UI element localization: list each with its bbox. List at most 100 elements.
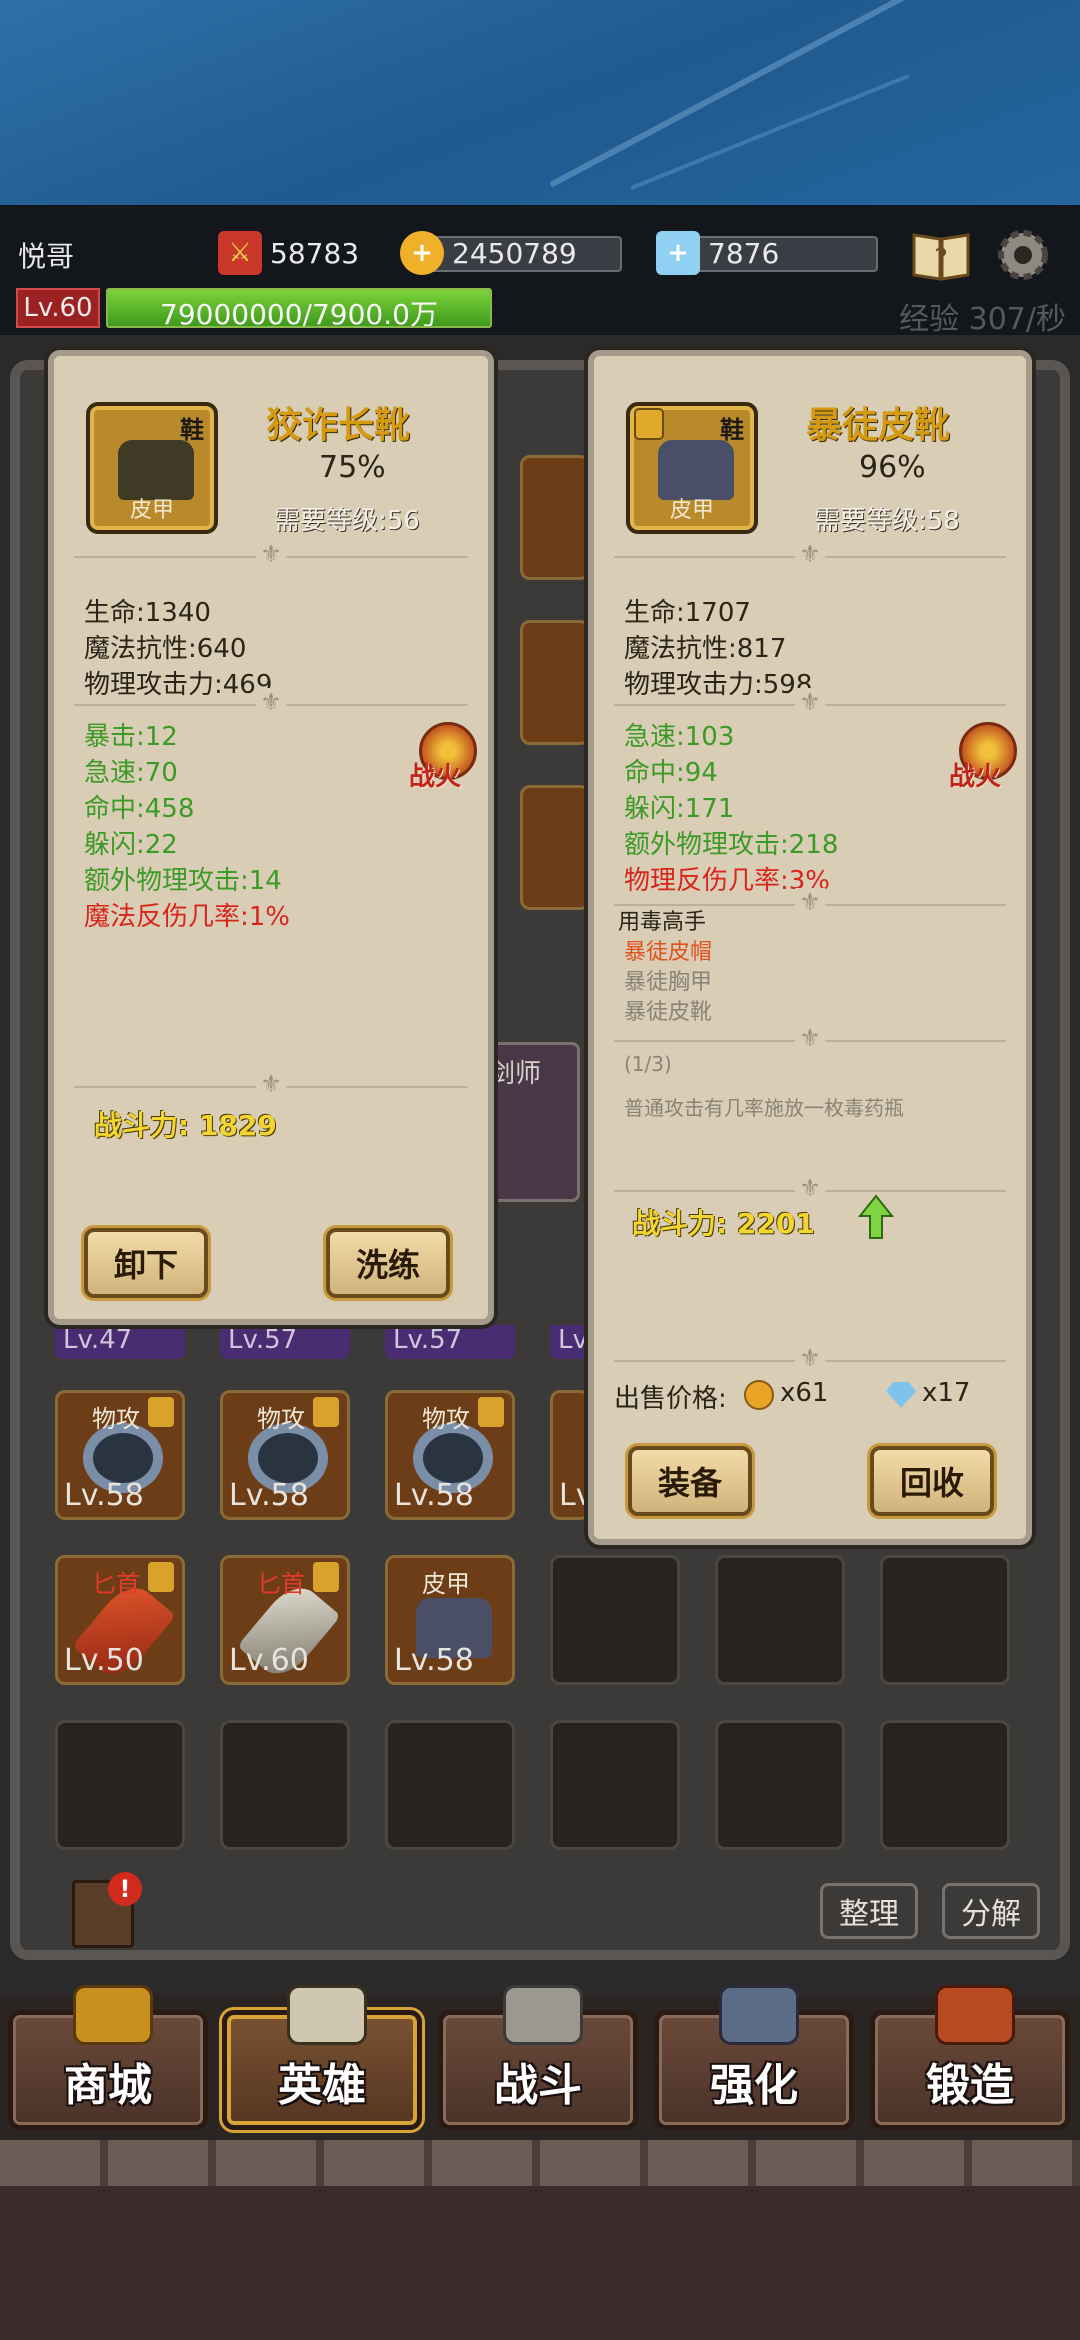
hammer-icon	[719, 1985, 799, 2045]
combat-power: 战斗力: 1829	[94, 1109, 277, 1142]
stone-floor	[0, 2140, 1080, 2186]
gold-resource[interactable]: + 2450789	[400, 231, 577, 275]
item-tag: 皮甲	[422, 1570, 470, 1598]
diamond-resource[interactable]: + 7876	[656, 231, 779, 275]
divider	[614, 1190, 1006, 1192]
inventory-item-ring[interactable]: 物攻 Lv.58	[385, 1390, 515, 1520]
stat-hit: 命中:458	[84, 794, 195, 824]
sell-gold-value: x61	[780, 1378, 829, 1408]
inventory-item-dagger[interactable]: 匕首 Lv.60	[220, 1555, 350, 1685]
alert-badge-icon: !	[108, 1872, 142, 1906]
empty-slot[interactable]	[550, 1720, 680, 1850]
item-title: 狡诈长靴	[266, 405, 411, 446]
sell-price-label: 出售价格:	[614, 1384, 727, 1414]
empty-slot[interactable]	[715, 1720, 845, 1850]
item-title: 暴徒皮靴	[806, 405, 951, 446]
treasure-chest-icon	[73, 1985, 153, 2045]
gold-plus-icon[interactable]: +	[400, 231, 444, 275]
level-badge: Lv.60	[16, 288, 100, 328]
item-tag: 匕首	[92, 1570, 140, 1598]
nav-shop[interactable]: 商城	[8, 1985, 208, 2130]
sort-button[interactable]: 整理	[820, 1883, 918, 1939]
stat-magic-reflect: 魔法反伤几率:1%	[84, 902, 291, 932]
nav-label: 强化	[710, 2060, 798, 2111]
stat-extra-physical: 额外物理攻击:14	[84, 866, 282, 896]
stat-magic-resist: 魔法抗性:640	[84, 634, 247, 664]
banner-streak	[549, 0, 1011, 188]
divider	[614, 704, 1006, 706]
stat-crit: 暴击:12	[84, 722, 178, 752]
power-resource: ⚔ 58783	[218, 231, 360, 275]
combat-power: 战斗力: 2201	[632, 1207, 815, 1240]
equipped-slot[interactable]	[520, 455, 590, 580]
refine-button[interactable]: 洗练	[326, 1228, 450, 1298]
stat-haste: 急速:70	[84, 758, 178, 788]
inventory-item-partial[interactable]: Lv	[550, 1390, 593, 1520]
set-piece: 暴徒皮靴	[624, 1000, 713, 1025]
anvil-icon	[935, 1985, 1015, 2045]
equipped-slot[interactable]	[520, 620, 590, 745]
upgrade-arrow-icon	[858, 1194, 894, 1239]
inventory-item-dagger[interactable]: 匕首 Lv.50	[55, 1555, 185, 1685]
recycle-button[interactable]: 回收	[870, 1446, 994, 1516]
exp-rate: 经验 307/秒	[899, 302, 1066, 337]
equipped-item-icon: 鞋 皮甲	[86, 402, 218, 534]
divider	[74, 704, 468, 706]
inventory-item-ring[interactable]: 物攻 Lv.58	[55, 1390, 185, 1520]
empty-slot[interactable]	[880, 1720, 1010, 1850]
empty-slot[interactable]	[385, 1720, 515, 1850]
sell-diamond-value: x17	[922, 1378, 971, 1408]
divider	[614, 1040, 1006, 1042]
diamond-plus-icon[interactable]: +	[656, 231, 700, 275]
required-level: 需要等级:56	[274, 506, 420, 536]
lock-icon	[478, 1397, 504, 1427]
level-tab: Lv.57	[385, 1325, 515, 1359]
shield-sword-icon: ⚔	[218, 231, 262, 275]
empty-slot[interactable]	[715, 1555, 845, 1685]
unlock-icon[interactable]	[634, 408, 664, 440]
required-level: 需要等级:58	[814, 506, 960, 536]
empty-slot[interactable]	[55, 1720, 185, 1850]
nav-label: 锻造	[926, 2060, 1014, 2111]
hero-tab[interactable]: 剑师	[480, 1042, 580, 1202]
empty-slot[interactable]	[550, 1555, 680, 1685]
power-value: 58783	[270, 236, 360, 270]
set-effect: 普通攻击有几率施放一枚毒药瓶	[624, 1096, 904, 1120]
svg-text:?: ?	[934, 244, 948, 274]
empty-slot[interactable]	[880, 1555, 1010, 1685]
inventory-item-ring[interactable]: 物攻 Lv.58	[220, 1390, 350, 1520]
stat-magic-resist: 魔法抗性:817	[624, 634, 787, 664]
stat-hp: 生命:1340	[84, 598, 211, 628]
decompose-button[interactable]: 分解	[942, 1883, 1040, 1939]
item-quality-percent: 96%	[859, 450, 926, 485]
stat-extra-physical: 额外物理攻击:218	[624, 830, 839, 860]
item-level: Lv.58	[394, 1643, 474, 1678]
level-tab: Lv.57	[220, 1325, 350, 1359]
help-book-icon[interactable]: ?	[910, 224, 972, 286]
diamond-icon	[886, 1382, 916, 1408]
divider	[74, 556, 468, 558]
nav-enhance[interactable]: 强化	[654, 1985, 854, 2130]
nav-hero[interactable]: 英雄	[222, 1985, 422, 2130]
level-tab: Lv.47	[55, 1325, 185, 1359]
lock-icon	[148, 1562, 174, 1592]
fire-badge-label: 战火	[949, 762, 1002, 792]
gold-value: 2450789	[452, 236, 577, 270]
stat-haste: 急速:103	[624, 722, 735, 752]
divider	[74, 1086, 468, 1088]
item-tag: 物攻	[422, 1405, 470, 1433]
stat-hit: 命中:94	[624, 758, 718, 788]
nav-battle[interactable]: 战斗	[438, 1985, 638, 2130]
nav-forge[interactable]: 锻造	[870, 1985, 1070, 2130]
equipped-slot[interactable]	[520, 785, 590, 910]
divider	[614, 556, 1006, 558]
boots-icon	[118, 440, 194, 500]
inventory-item-boots[interactable]: 皮甲 Lv.58	[385, 1555, 515, 1685]
equip-button[interactable]: 装备	[628, 1446, 752, 1516]
empty-slot[interactable]	[220, 1720, 350, 1850]
unequip-button[interactable]: 卸下	[84, 1228, 208, 1298]
gold-coin-icon	[744, 1380, 774, 1410]
stat-dodge: 躲闪:22	[84, 830, 178, 860]
level-tab: Lv	[550, 1325, 590, 1359]
gear-icon[interactable]	[992, 224, 1054, 286]
